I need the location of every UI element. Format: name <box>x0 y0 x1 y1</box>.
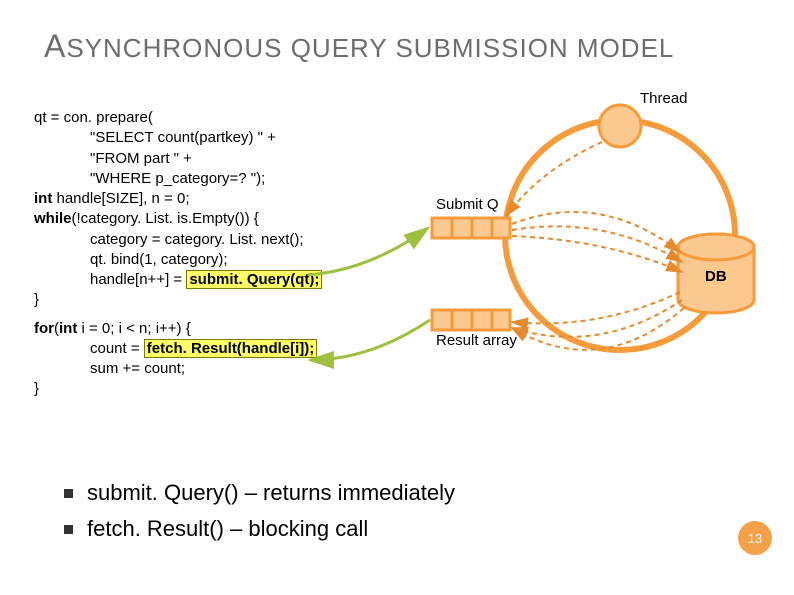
code-line: i = 0; i < n; i++) { <box>77 320 190 337</box>
code-line: "FROM part " + <box>90 150 192 167</box>
thread-circle-icon <box>599 105 641 147</box>
submit-label: Submit Q <box>436 196 499 213</box>
title-rest: SYNCHRONOUS QUERY SUBMISSION MODEL <box>66 33 674 63</box>
bullet-icon <box>64 489 73 498</box>
code-line: qt = con. prepare( <box>34 109 153 126</box>
code-keyword: while <box>34 210 72 227</box>
arrow-db-to-result-2 <box>512 300 682 337</box>
arrow-result-to-code <box>310 320 430 360</box>
code-line: qt. bind(1, category); <box>90 251 228 268</box>
code-line: sum += count; <box>90 360 185 377</box>
code-highlight-submit: submit. Query(qt); <box>186 270 322 289</box>
arrow-submit-to-db-3 <box>512 236 682 272</box>
title-prefix: A <box>44 28 66 64</box>
code-line: handle[n++] = <box>90 271 186 288</box>
arrow-code-to-submit <box>308 228 428 275</box>
result-label: Result array <box>436 332 517 349</box>
code-line: count = <box>90 340 144 357</box>
code-line: } <box>34 291 39 308</box>
db-label: DB <box>705 268 727 285</box>
arrow-submit-to-db-1 <box>512 212 680 252</box>
code-keyword: for <box>34 320 54 337</box>
code-block: qt = con. prepare( "SELECT count(partkey… <box>34 108 322 400</box>
code-line: (!category. List. is.Empty()) { <box>72 210 259 227</box>
code-line: handle[SIZE], n = 0; <box>52 190 189 207</box>
thread-label: Thread <box>640 90 688 107</box>
thread-loop-icon <box>505 120 735 350</box>
code-highlight-fetch: fetch. Result(handle[i]); <box>144 339 318 358</box>
code-line: "SELECT count(partkey) " + <box>90 129 276 146</box>
bullet-row: fetch. Result() – blocking call <box>64 516 455 542</box>
page-number: 13 <box>748 531 762 546</box>
code-line: category = category. List. next(); <box>90 231 304 248</box>
result-array-icon <box>432 310 510 330</box>
code-line: "WHERE p_category=? "); <box>90 170 265 187</box>
code-keyword: int <box>34 190 52 207</box>
bullet-icon <box>64 525 73 534</box>
submit-queue-icon <box>432 218 510 238</box>
bullet-text: submit. Query() – returns immediately <box>87 480 455 506</box>
page-number-badge: 13 <box>738 521 772 555</box>
arrow-db-to-result-3 <box>512 308 684 350</box>
code-line: } <box>34 380 39 397</box>
arrow-thread-to-submit <box>506 142 602 216</box>
bullet-list: submit. Query() – returns immediately fe… <box>64 480 455 552</box>
bullet-row: submit. Query() – returns immediately <box>64 480 455 506</box>
arrow-submit-to-db-2 <box>512 226 682 262</box>
arrow-db-to-result-1 <box>512 292 680 323</box>
code-keyword: int <box>59 320 77 337</box>
slide-title: ASYNCHRONOUS QUERY SUBMISSION MODEL <box>44 28 674 65</box>
bullet-text: fetch. Result() – blocking call <box>87 516 368 542</box>
